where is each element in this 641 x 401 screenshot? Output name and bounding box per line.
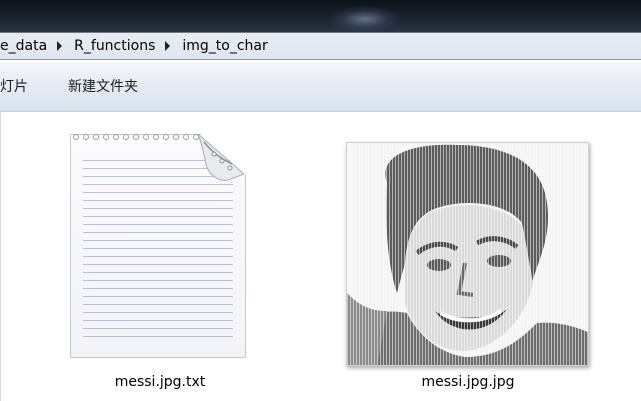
address-bar[interactable]: e_data R_functions img_to_char: [0, 32, 641, 60]
titlebar-glow: [330, 6, 400, 32]
file-name-label: messi.jpg.txt: [114, 374, 206, 390]
breadcrumb-item-img-to-char[interactable]: img_to_char: [182, 38, 273, 54]
breadcrumb: e_data R_functions img_to_char: [0, 33, 274, 59]
image-thumbnail: [346, 142, 589, 366]
ascii-texture-overlay: [347, 143, 588, 365]
breadcrumb-item-e-data[interactable]: e_data: [0, 38, 53, 54]
file-list-area: messi.jpg.txt messi.jpg.jpg: [0, 112, 641, 401]
navigation-pane-edge: [0, 112, 1, 401]
chevron-right-icon[interactable]: [165, 41, 171, 51]
command-toolbar: 灯片 新建文件夹: [0, 62, 641, 112]
notebook-rings-icon: [73, 134, 199, 140]
window-titlebar: [0, 0, 641, 32]
chevron-right-icon[interactable]: [57, 41, 63, 51]
slideshow-button[interactable]: 灯片: [0, 76, 28, 96]
page-curl-icon: [198, 134, 244, 181]
breadcrumb-item-r-functions[interactable]: R_functions: [74, 38, 161, 54]
file-name-label: messi.jpg.jpg: [421, 374, 515, 390]
new-folder-button[interactable]: 新建文件夹: [68, 76, 138, 96]
